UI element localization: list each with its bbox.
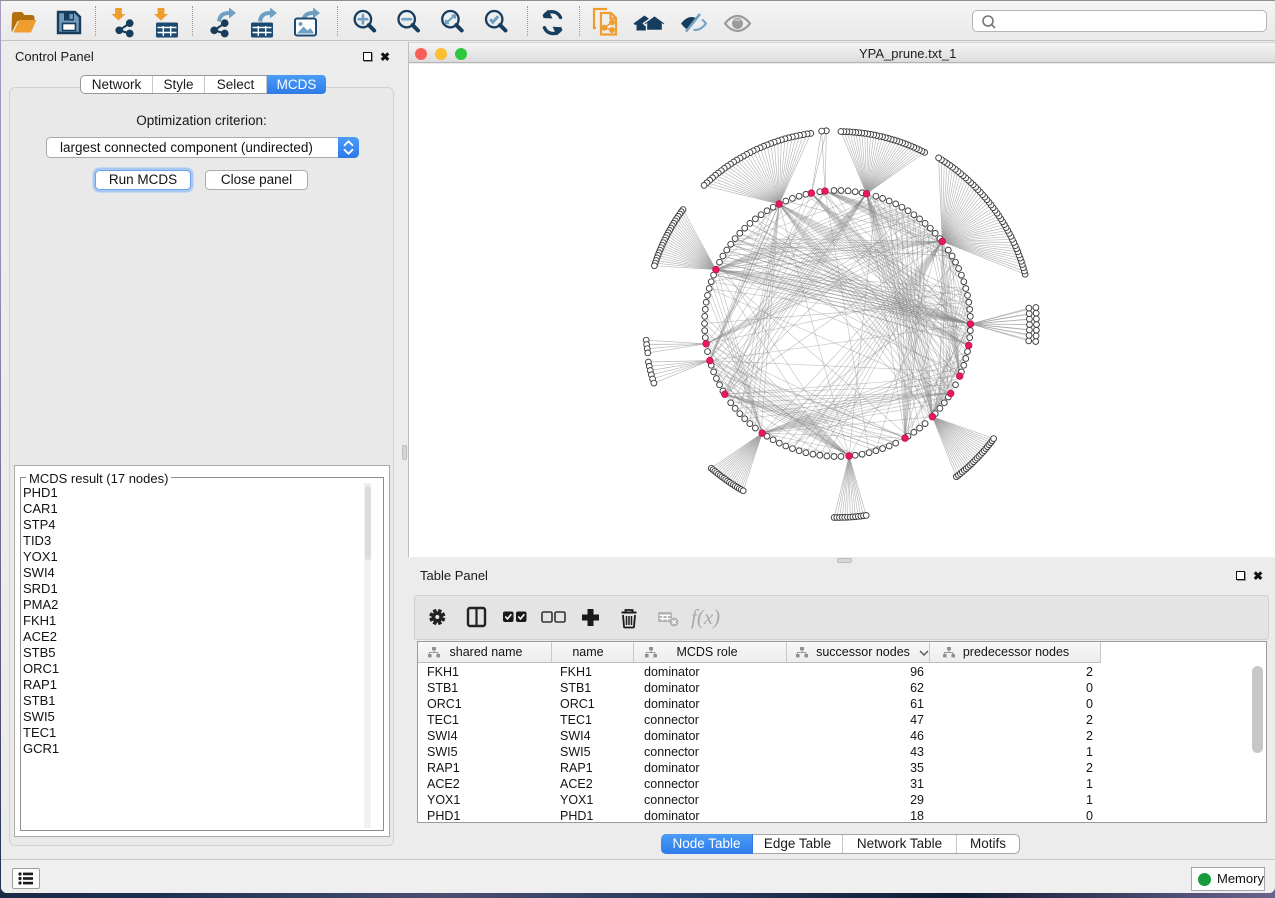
- svg-text:f(x): f(x): [691, 605, 720, 629]
